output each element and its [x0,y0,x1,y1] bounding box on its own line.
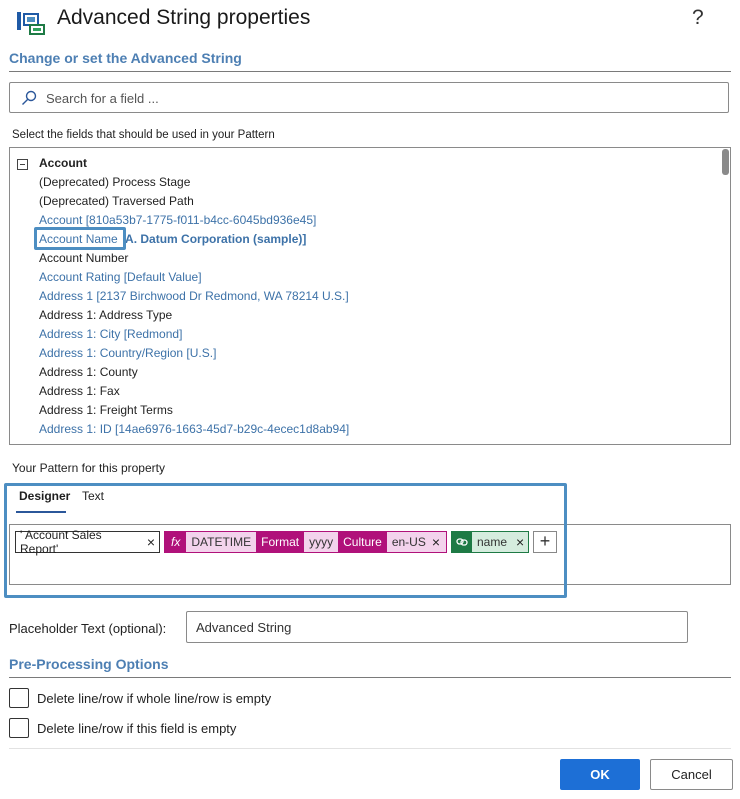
placeholder-text-input[interactable]: Advanced String [186,611,688,643]
tree-item[interactable]: Address 1: City [Redmond] [39,327,182,341]
tree-item[interactable]: Address 1: Country/Region [U.S.] [39,346,216,360]
tree-scrollbar[interactable] [722,149,729,175]
placeholder-label: Placeholder Text (optional): [9,621,167,636]
delete-if-field-empty-label[interactable]: Delete line/row if this field is empty [37,721,236,736]
change-section-divider [9,71,731,72]
search-icon [21,90,37,106]
field-tree[interactable]: Account (Deprecated) Process Stage (Depr… [9,147,731,445]
cancel-button[interactable]: Cancel [650,759,733,790]
tree-item[interactable]: Address 1: County [39,365,138,379]
field-search-box[interactable]: Search for a field ... [9,82,729,113]
fields-label: Select the fields that should be used in… [12,129,275,141]
tree-item[interactable]: Account Rating [Default Value] [39,270,202,284]
search-input[interactable]: Search for a field ... [46,91,159,106]
placeholder-input-value: Advanced String [196,620,292,635]
tree-item[interactable]: Account Number [39,251,128,265]
change-section-heading: Change or set the Advanced String [9,50,242,66]
help-icon[interactable]: ? [692,6,704,30]
tree-item[interactable]: Address 1: ID [14ae6976-1663-45d7-b29c-4… [39,422,349,436]
delete-if-row-empty-checkbox[interactable] [9,688,29,708]
tree-item[interactable]: Address 1: Freight Terms [39,403,173,417]
preprocessing-heading: Pre-Processing Options [9,656,169,672]
pattern-highlight [4,483,567,598]
tree-item[interactable]: Address 1: Fax [39,384,120,398]
tree-root-account[interactable]: Account [39,156,87,170]
delete-if-row-empty-label[interactable]: Delete line/row if whole line/row is emp… [37,691,271,706]
footer-divider [9,748,731,749]
pattern-label: Your Pattern for this property [12,461,165,475]
advanced-string-app-icon [16,10,46,36]
delete-if-field-empty-checkbox[interactable] [9,718,29,738]
account-name-value: A. Datum Corporation (sample)] [125,232,307,246]
tree-item[interactable]: Account [810a53b7-1775-f011-b4cc-6045bd9… [39,213,316,227]
preprocessing-divider [9,677,731,678]
tree-item[interactable]: Address 1: Address Type [39,308,172,322]
tree-item[interactable]: (Deprecated) Traversed Path [39,194,194,208]
ok-button[interactable]: OK [560,759,640,790]
tree-item[interactable]: Address 1 [2137 Birchwood Dr Redmond, WA… [39,289,349,303]
account-name-highlight [34,227,126,250]
collapse-icon[interactable] [17,159,28,170]
dialog-title: Advanced String properties [57,6,311,29]
tree-item[interactable]: (Deprecated) Process Stage [39,175,190,189]
